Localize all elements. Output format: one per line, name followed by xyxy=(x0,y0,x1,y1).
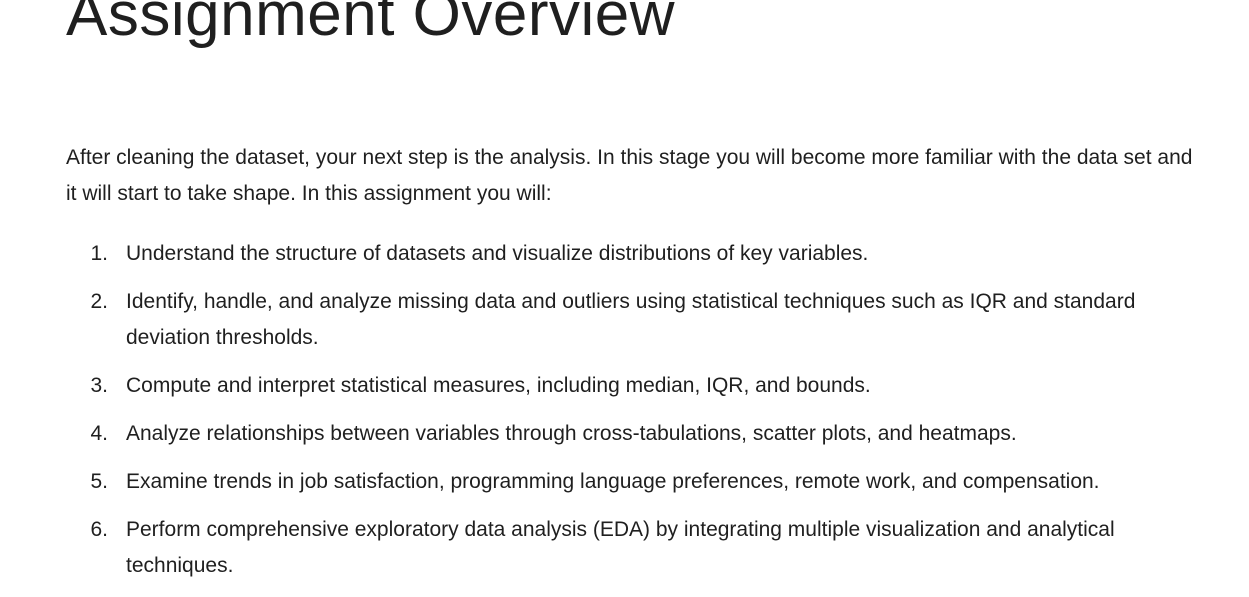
list-item-text: Perform comprehensive exploratory data a… xyxy=(126,518,1115,577)
list-item-number: 1. xyxy=(90,242,108,265)
list-item-text: Understand the structure of datasets and… xyxy=(126,242,869,265)
list-item: 3. Compute and interpret statistical mea… xyxy=(66,368,1211,404)
list-item: 6. Perform comprehensive exploratory dat… xyxy=(66,512,1211,584)
list-item-text: Analyze relationships between variables … xyxy=(126,422,1017,445)
list-item-number: 3. xyxy=(90,374,108,397)
list-item-number: 4. xyxy=(90,422,108,445)
list-item-text: Identify, handle, and analyze missing da… xyxy=(126,290,1136,349)
list-item-number: 2. xyxy=(90,290,108,313)
list-item-text: Examine trends in job satisfaction, prog… xyxy=(126,470,1100,493)
objectives-list: 1. Understand the structure of datasets … xyxy=(66,236,1211,596)
list-item-text: Compute and interpret statistical measur… xyxy=(126,374,871,397)
list-item-number: 5. xyxy=(90,470,108,493)
intro-paragraph: After cleaning the dataset, your next st… xyxy=(66,146,1193,205)
list-item: 5. Examine trends in job satisfaction, p… xyxy=(66,464,1211,500)
list-item: 4. Analyze relationships between variabl… xyxy=(66,416,1211,452)
list-item-number: 6. xyxy=(90,518,108,541)
list-item: 2. Identify, handle, and analyze missing… xyxy=(66,284,1211,356)
list-item: 1. Understand the structure of datasets … xyxy=(66,236,1211,272)
page-title: Assignment Overview xyxy=(66,0,676,49)
